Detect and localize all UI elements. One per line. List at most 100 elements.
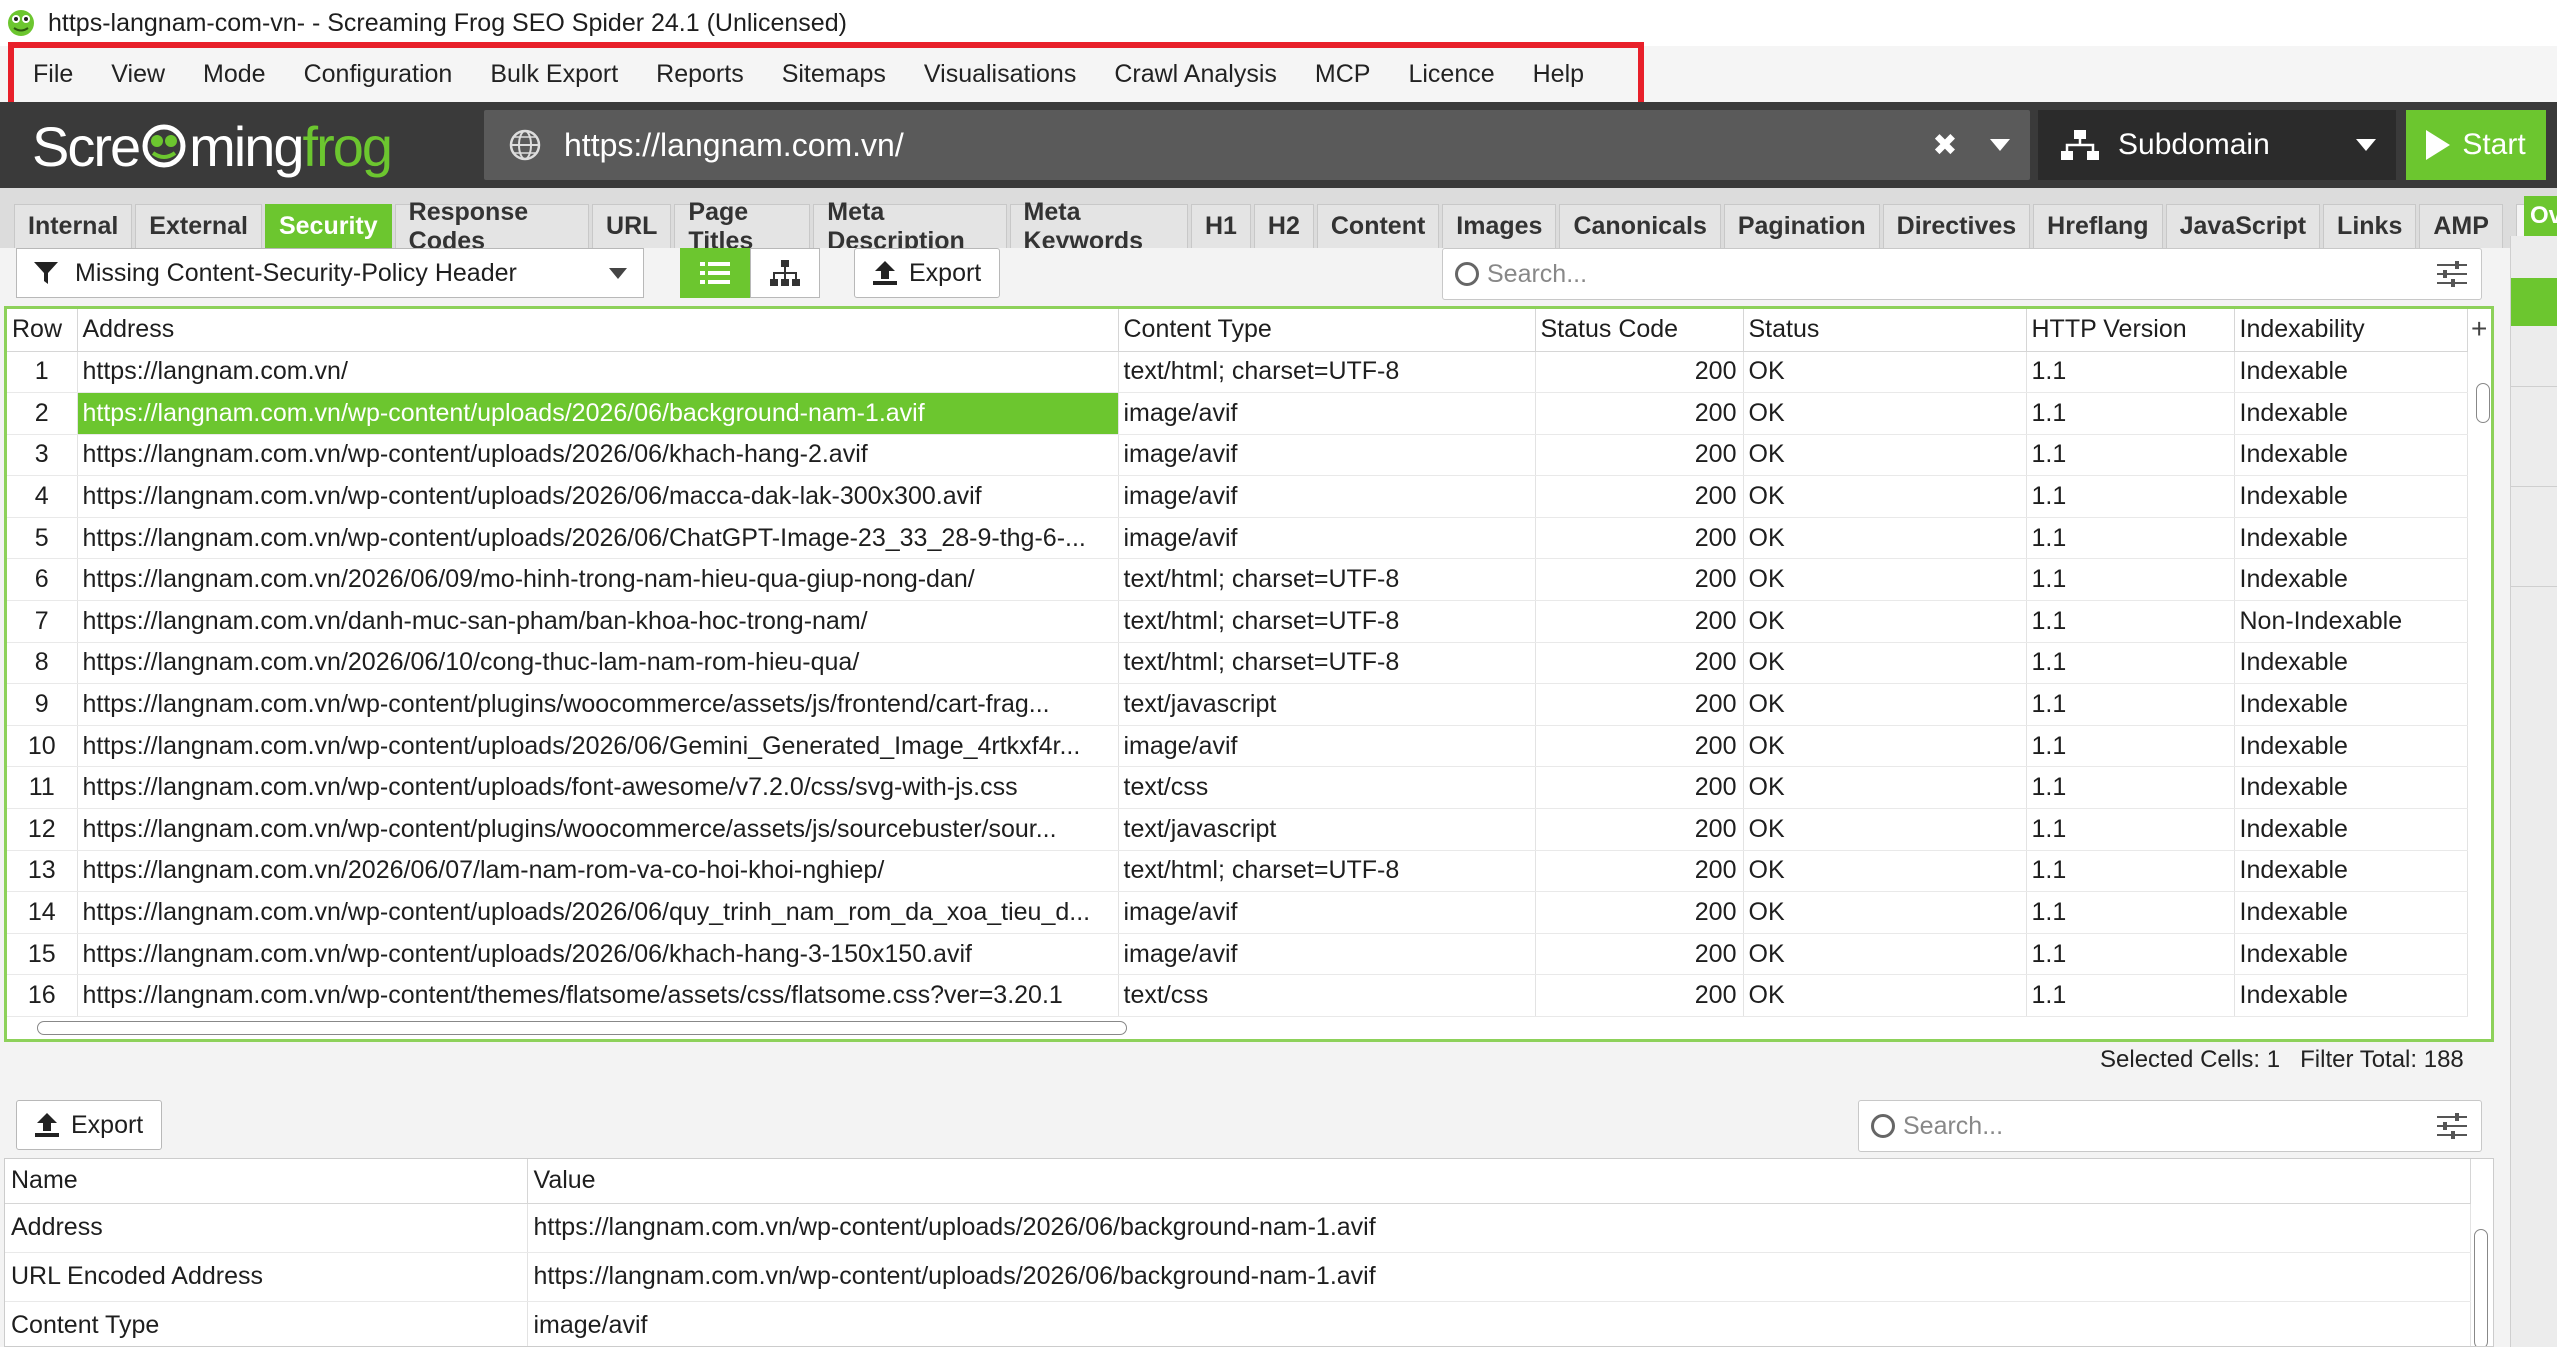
status-cell[interactable]: OK <box>1743 933 2027 976</box>
tab-javascript[interactable]: JavaScript <box>2165 204 2321 248</box>
indexability-cell[interactable]: Indexable <box>2234 725 2468 768</box>
column-header-http-version[interactable]: HTTP Version <box>2026 309 2235 352</box>
http-version-cell[interactable]: 1.1 <box>2026 558 2235 602</box>
indexability-cell[interactable]: Indexable <box>2234 933 2468 976</box>
menu-help[interactable]: Help <box>1514 60 1603 89</box>
search-options-icon[interactable] <box>2437 1113 2467 1139</box>
row-number-cell[interactable]: 3 <box>7 434 78 477</box>
row-number-cell[interactable]: 6 <box>7 558 78 602</box>
status-code-cell[interactable]: 200 <box>1535 642 1744 685</box>
status-code-cell[interactable]: 200 <box>1535 475 1744 518</box>
details-column-name[interactable]: Name <box>5 1159 528 1204</box>
tab-internal[interactable]: Internal <box>14 204 133 248</box>
indexability-cell[interactable]: Indexable <box>2234 434 2468 477</box>
table-row[interactable]: 5 https://langnam.com.vn/wp-content/uploa… <box>7 517 2468 560</box>
search-options-icon[interactable] <box>2437 261 2467 287</box>
content-type-cell[interactable]: text/javascript <box>1118 683 1536 726</box>
tab-security[interactable]: Security <box>264 204 392 248</box>
content-type-cell[interactable]: text/html; charset=UTF-8 <box>1118 600 1536 643</box>
table-row[interactable]: 13 https://langnam.com.vn/2026/06/07/lam-… <box>7 850 2468 893</box>
tab-external[interactable]: External <box>135 204 262 248</box>
start-button[interactable]: Start <box>2406 110 2546 180</box>
tab-overview-partial[interactable]: Ov <box>2524 196 2557 236</box>
http-version-cell[interactable]: 1.1 <box>2026 475 2235 518</box>
status-code-cell[interactable]: 200 <box>1535 517 1744 560</box>
address-cell[interactable]: https://langnam.com.vn/wp-content/plugin… <box>77 683 1119 726</box>
status-cell[interactable]: OK <box>1743 974 2027 1017</box>
row-number-cell[interactable]: 10 <box>7 725 78 768</box>
address-cell[interactable]: https://langnam.com.vn/wp-content/upload… <box>77 933 1119 976</box>
content-type-cell[interactable]: image/avif <box>1118 933 1536 976</box>
indexability-cell[interactable]: Indexable <box>2234 766 2468 810</box>
menu-sitemaps[interactable]: Sitemaps <box>763 60 905 89</box>
row-number-cell[interactable]: 14 <box>7 891 78 934</box>
clear-url-icon[interactable]: ✖ <box>1920 128 1970 163</box>
details-export-button[interactable]: Export <box>16 1100 163 1150</box>
content-type-cell[interactable]: image/avif <box>1118 517 1536 560</box>
indexability-cell[interactable]: Indexable <box>2234 517 2468 560</box>
add-column-icon[interactable]: + <box>2471 313 2487 345</box>
tab-meta-keywords[interactable]: Meta Keywords <box>1009 198 1188 255</box>
details-row[interactable]: Address https://langnam.com.vn/wp-conten… <box>5 1203 2471 1253</box>
status-code-cell[interactable]: 200 <box>1535 808 1744 851</box>
http-version-cell[interactable]: 1.1 <box>2026 933 2235 976</box>
table-row[interactable]: 11 https://langnam.com.vn/wp-content/uplo… <box>7 766 2468 810</box>
menu-file[interactable]: File <box>14 60 92 89</box>
address-cell[interactable]: https://langnam.com.vn/wp-content/themes… <box>77 974 1119 1017</box>
status-cell[interactable]: OK <box>1743 475 2027 518</box>
address-cell[interactable]: https://langnam.com.vn/2026/06/09/mo-hin… <box>77 558 1119 602</box>
scroll-thumb[interactable] <box>37 1021 1127 1035</box>
menu-visualisations[interactable]: Visualisations <box>905 60 1095 89</box>
status-code-cell[interactable]: 200 <box>1535 891 1744 934</box>
address-cell[interactable]: https://langnam.com.vn/wp-content/upload… <box>77 766 1119 810</box>
content-type-cell[interactable]: image/avif <box>1118 392 1536 435</box>
status-cell[interactable]: OK <box>1743 808 2027 851</box>
details-row[interactable]: Content Type image/avif <box>5 1301 2471 1346</box>
address-cell[interactable]: https://langnam.com.vn/ <box>77 351 1119 394</box>
details-search-input[interactable]: Search... <box>1858 1100 2482 1152</box>
indexability-cell[interactable]: Indexable <box>2234 475 2468 518</box>
address-cell[interactable]: https://langnam.com.vn/2026/06/10/cong-t… <box>77 642 1119 685</box>
http-version-cell[interactable]: 1.1 <box>2026 850 2235 893</box>
indexability-cell[interactable]: Indexable <box>2234 850 2468 893</box>
status-cell[interactable]: OK <box>1743 850 2027 893</box>
table-row[interactable]: 15 https://langnam.com.vn/wp-content/uplo… <box>7 933 2468 976</box>
menu-mode[interactable]: Mode <box>184 60 285 89</box>
tab-page-titles[interactable]: Page Titles <box>674 198 811 255</box>
details-vertical-scrollbar[interactable] <box>2471 1205 2491 1346</box>
address-cell[interactable]: https://langnam.com.vn/wp-content/plugin… <box>77 808 1119 851</box>
http-version-cell[interactable]: 1.1 <box>2026 766 2235 810</box>
menu-configuration[interactable]: Configuration <box>285 60 472 89</box>
tab-url[interactable]: URL <box>592 204 672 248</box>
indexability-cell[interactable]: Indexable <box>2234 808 2468 851</box>
status-cell[interactable]: OK <box>1743 766 2027 810</box>
row-number-cell[interactable]: 7 <box>7 600 78 643</box>
tab-pagination[interactable]: Pagination <box>1723 204 1880 248</box>
column-header-indexability[interactable]: Indexability <box>2234 309 2468 352</box>
table-row[interactable]: 14 https://langnam.com.vn/wp-content/uplo… <box>7 891 2468 934</box>
http-version-cell[interactable]: 1.1 <box>2026 683 2235 726</box>
address-cell[interactable]: https://langnam.com.vn/danh-muc-san-pham… <box>77 600 1119 643</box>
indexability-cell[interactable]: Indexable <box>2234 891 2468 934</box>
table-row[interactable]: 10 https://langnam.com.vn/wp-content/uplo… <box>7 725 2468 768</box>
status-cell[interactable]: OK <box>1743 392 2027 435</box>
tab-amp[interactable]: AMP <box>2419 204 2503 248</box>
content-type-cell[interactable]: image/avif <box>1118 434 1536 477</box>
row-number-cell[interactable]: 9 <box>7 683 78 726</box>
status-code-cell[interactable]: 200 <box>1535 933 1744 976</box>
status-cell[interactable]: OK <box>1743 351 2027 394</box>
chevron-down-icon[interactable] <box>2336 139 2396 151</box>
table-row[interactable]: 1 https://langnam.com.vn/text/html; chars… <box>7 351 2468 394</box>
menu-mcp[interactable]: MCP <box>1296 60 1390 89</box>
content-type-cell[interactable]: text/html; charset=UTF-8 <box>1118 642 1536 685</box>
table-row[interactable]: 7 https://langnam.com.vn/danh-muc-san-pha… <box>7 600 2468 643</box>
address-cell[interactable]: https://langnam.com.vn/wp-content/upload… <box>77 891 1119 934</box>
address-cell[interactable]: https://langnam.com.vn/wp-content/upload… <box>77 475 1119 518</box>
horizontal-scrollbar[interactable] <box>11 1017 2471 1037</box>
tab-canonicals[interactable]: Canonicals <box>1559 204 1721 248</box>
http-version-cell[interactable]: 1.1 <box>2026 974 2235 1017</box>
subdomain-select[interactable]: Subdomain <box>2038 110 2396 180</box>
content-type-cell[interactable]: text/css <box>1118 974 1536 1017</box>
indexability-cell[interactable]: Indexable <box>2234 558 2468 602</box>
http-version-cell[interactable]: 1.1 <box>2026 392 2235 435</box>
